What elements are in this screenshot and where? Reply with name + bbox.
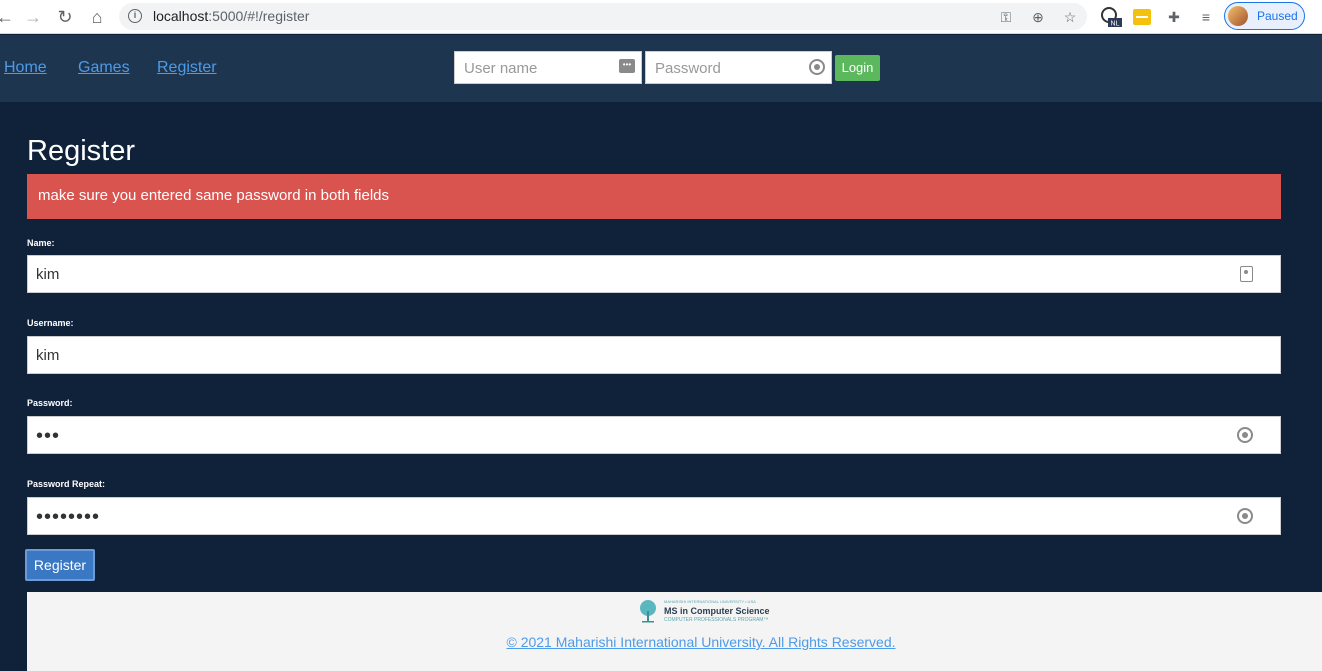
university-logo: MAHARISHI INTERNATIONAL UNIVERSITY • USA… [636, 598, 770, 626]
reading-list-icon[interactable]: ≡ [1195, 6, 1217, 28]
login-button[interactable]: Login [835, 55, 880, 81]
password-manager-key-icon[interactable]: ••• [619, 59, 635, 75]
svg-text:NL: NL [1111, 21, 1120, 28]
password-repeat-field[interactable]: •••••••• [27, 497, 1281, 535]
tree-logo-icon [640, 600, 656, 623]
login-username-input[interactable]: User name ••• [454, 51, 642, 84]
login-password-input[interactable]: Password [645, 51, 832, 84]
zoom-icon[interactable]: ⊕ [1028, 7, 1048, 27]
copyright-link[interactable]: © 2021 Maharishi International Universit… [27, 634, 1322, 650]
password-autofill-icon[interactable] [809, 59, 825, 75]
url-text: localhost:5000/#!/register [153, 8, 310, 24]
reload-icon[interactable]: ↻ [52, 4, 78, 30]
password-field[interactable]: ••• [27, 416, 1281, 454]
home-icon[interactable]: ⌂ [84, 4, 110, 30]
address-bar[interactable]: i localhost:5000/#!/register ⚿ ⊕ ☆ [119, 3, 1087, 30]
translate-extension-icon[interactable]: NL [1100, 6, 1122, 28]
browser-toolbar: ← → ↻ ⌂ i localhost:5000/#!/register ⚿ ⊕… [0, 0, 1322, 34]
notes-extension-icon[interactable] [1131, 6, 1153, 28]
back-icon[interactable]: ← [0, 4, 18, 30]
name-label: Name: [27, 238, 55, 248]
key-icon[interactable]: ⚿ [996, 7, 1016, 27]
password-placeholder: Password [655, 60, 721, 77]
extensions-puzzle-icon[interactable]: ✚ [1163, 6, 1185, 28]
page-title: Register [27, 135, 135, 167]
name-value: kim [36, 266, 60, 283]
password-repeat-label: Password Repeat: [27, 479, 106, 489]
app-navbar: Home Games Register User name ••• Passwo… [0, 35, 1322, 102]
password-value: ••• [36, 425, 61, 447]
username-placeholder: User name [464, 60, 538, 77]
forward-icon[interactable]: → [20, 4, 46, 30]
password-autofill-icon[interactable] [1237, 427, 1253, 443]
footer: MAHARISHI INTERNATIONAL UNIVERSITY • USA… [27, 592, 1322, 671]
name-field[interactable]: kim [27, 255, 1281, 293]
contact-autofill-icon[interactable] [1240, 266, 1253, 282]
site-info-icon[interactable]: i [128, 9, 142, 23]
nav-link-register[interactable]: Register [157, 59, 217, 77]
avatar [1228, 6, 1248, 26]
password-label: Password: [27, 398, 73, 408]
bookmark-star-icon[interactable]: ☆ [1060, 7, 1080, 27]
nav-link-home[interactable]: Home [4, 59, 47, 77]
register-button[interactable]: Register [25, 549, 95, 581]
password-repeat-value: •••••••• [36, 506, 101, 528]
error-alert: make sure you entered same password in b… [27, 174, 1281, 219]
nav-link-games[interactable]: Games [78, 59, 130, 77]
username-field[interactable]: kim [27, 336, 1281, 374]
username-value: kim [36, 347, 60, 364]
password-autofill-icon[interactable] [1237, 508, 1253, 524]
username-label: Username: [27, 318, 74, 328]
profile-button[interactable]: Paused [1224, 2, 1305, 30]
profile-status-label: Paused [1257, 9, 1298, 23]
